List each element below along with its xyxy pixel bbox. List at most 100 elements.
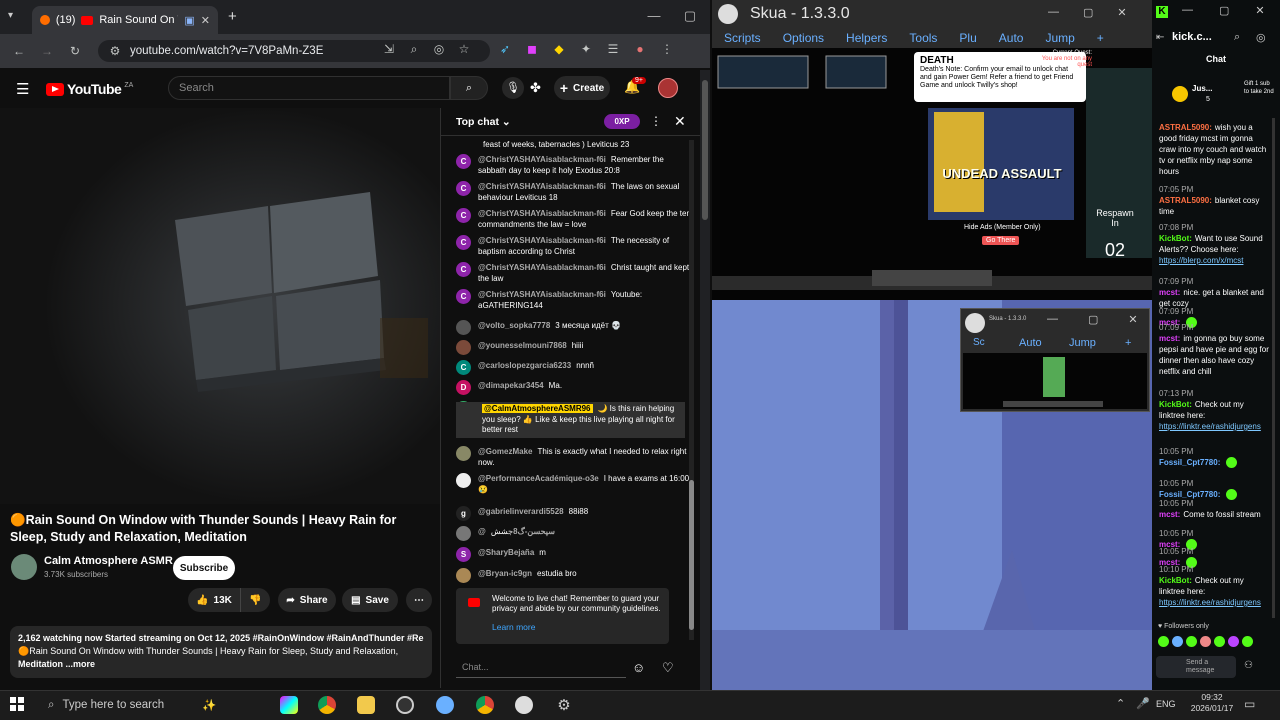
chrome-taskbar-icon[interactable] bbox=[318, 696, 336, 714]
top-chat-dropdown[interactable]: Top chat ⌄ bbox=[456, 116, 511, 128]
channel-avatar[interactable] bbox=[11, 554, 37, 580]
file-explorer-icon[interactable] bbox=[357, 696, 375, 714]
chat-author-avatar[interactable] bbox=[456, 568, 471, 583]
kick-username[interactable]: mcst: bbox=[1159, 334, 1180, 343]
kick-username[interactable]: ASTRAL5090: bbox=[1159, 196, 1212, 205]
skua-taskbar-icon[interactable] bbox=[515, 696, 533, 714]
kick-eye-off-icon[interactable]: ◎ bbox=[1256, 31, 1266, 44]
url-text[interactable]: youtube.com/watch?v=7V8PaMn-Z3E bbox=[130, 45, 323, 57]
chat-author-avatar[interactable]: C bbox=[456, 289, 471, 304]
menu-kebab-icon[interactable]: ⋮ bbox=[656, 42, 678, 56]
video-player[interactable] bbox=[0, 108, 440, 504]
emote-icon[interactable] bbox=[1228, 636, 1239, 647]
youtube-search-input[interactable]: Search bbox=[168, 76, 450, 100]
search-icon[interactable]: ⌕ bbox=[450, 76, 488, 100]
chat-author-avatar[interactable]: C bbox=[456, 208, 471, 223]
kick-username[interactable]: mcst: bbox=[1159, 510, 1180, 519]
tray-mic-icon[interactable]: 🎤 bbox=[1136, 697, 1150, 710]
kick-url[interactable]: kick.c... bbox=[1172, 31, 1212, 43]
tab-search-icon[interactable]: ☰ bbox=[602, 42, 624, 56]
chat-author[interactable]: @سپحسن-گ8ج bbox=[478, 527, 555, 536]
tab-close-icon[interactable]: ✕ bbox=[201, 14, 210, 27]
mini-menu-auto[interactable]: Auto bbox=[1019, 337, 1042, 349]
undead-assault-banner[interactable]: UNDEAD ASSAULT bbox=[942, 166, 1062, 181]
chat-author[interactable]: @ChristYASHAYAisablackman-f6i bbox=[478, 290, 606, 299]
extension-logo-icon[interactable]: ✤ bbox=[530, 80, 541, 96]
chat-author-avatar[interactable]: C bbox=[456, 154, 471, 169]
new-tab-button[interactable]: + bbox=[228, 8, 237, 25]
dislike-button[interactable]: 👎 bbox=[240, 588, 270, 612]
chat-author[interactable]: @ChristYASHAYAisablackman-f6i bbox=[478, 155, 606, 164]
account-avatar[interactable] bbox=[658, 78, 678, 98]
chat-menu-icon[interactable]: ⋮ bbox=[650, 114, 662, 128]
mini-menu-jump[interactable]: Jump bbox=[1069, 337, 1096, 349]
notifications-icon[interactable]: ▭ bbox=[1244, 697, 1255, 711]
kick-maximize-button[interactable]: ▢ bbox=[1219, 4, 1229, 17]
kick-username[interactable]: ASTRAL5090: bbox=[1159, 123, 1212, 132]
chat-input[interactable]: Chat... bbox=[456, 658, 626, 678]
obs-icon[interactable] bbox=[396, 696, 414, 714]
kick-close-button[interactable]: ✕ bbox=[1255, 4, 1264, 17]
kick-message-link[interactable]: https://linktr.ee/rashidjurgens bbox=[1159, 421, 1271, 432]
tab-youtube[interactable]: (19) Rain Sound On Wi ▣ ✕ bbox=[32, 6, 218, 34]
emote-icon[interactable] bbox=[1242, 636, 1253, 647]
heart-icon[interactable]: ♡ bbox=[662, 660, 674, 676]
extension-icon[interactable]: ◼ bbox=[521, 42, 543, 56]
kick-message-input[interactable]: Send a message bbox=[1156, 656, 1236, 678]
extension-icon[interactable]: ◆ bbox=[548, 42, 570, 56]
chat-author[interactable]: @dimapekar3454 bbox=[478, 381, 544, 390]
skua-minimize-button[interactable]: — bbox=[1048, 6, 1059, 19]
menu-jump[interactable]: Jump bbox=[1045, 31, 1074, 45]
chat-author[interactable]: @younesselmouni7868 bbox=[478, 341, 567, 350]
chat-author-avatar[interactable]: C bbox=[456, 235, 471, 250]
site-info-icon[interactable]: ⚙ bbox=[108, 44, 122, 58]
language-indicator[interactable]: ENG bbox=[1156, 699, 1176, 709]
chat-author[interactable]: @SharyBejaña bbox=[478, 548, 534, 557]
chat-author-avatar[interactable]: C bbox=[456, 262, 471, 277]
chrome-profile-icon[interactable] bbox=[476, 696, 494, 714]
subscribe-button[interactable]: Subscribe bbox=[173, 556, 235, 580]
chat-author-avatar[interactable]: D bbox=[456, 380, 471, 395]
kick-more-icon[interactable]: ⚇ bbox=[1244, 660, 1253, 671]
chat-author-avatar[interactable] bbox=[456, 473, 471, 488]
clock[interactable]: 09:32 2026/01/17 bbox=[1188, 692, 1236, 714]
menu-add[interactable]: + bbox=[1097, 31, 1104, 45]
taskbar-search[interactable]: ⌕ Type here to search ✨ bbox=[40, 694, 238, 716]
app-icon[interactable] bbox=[436, 696, 454, 714]
learn-more-link[interactable]: Learn more bbox=[492, 622, 535, 632]
menu-auto[interactable]: Auto bbox=[999, 31, 1024, 45]
chat-author-avatar[interactable] bbox=[456, 340, 471, 355]
kick-scrollbar[interactable] bbox=[1272, 118, 1275, 618]
game-viewport[interactable]: DEATH Death's Note: Confirm your email t… bbox=[712, 48, 1152, 300]
skua-close-button[interactable]: ✕ bbox=[1117, 6, 1126, 19]
extensions-puzzle-icon[interactable]: ✦ bbox=[575, 42, 597, 56]
emote-icon[interactable] bbox=[1186, 636, 1197, 647]
menu-helpers[interactable]: Helpers bbox=[846, 31, 887, 45]
chat-close-icon[interactable]: ✕ bbox=[674, 113, 686, 130]
chat-author-avatar[interactable] bbox=[456, 320, 471, 335]
menu-tools[interactable]: Tools bbox=[909, 31, 937, 45]
chat-author[interactable]: @gabrielinverardi5528 bbox=[478, 507, 564, 516]
maximize-button[interactable]: ▢ bbox=[672, 8, 708, 24]
install-icon[interactable]: ⇲ bbox=[378, 42, 400, 57]
menu-plugins[interactable]: Plu bbox=[959, 31, 976, 45]
emote-icon[interactable] bbox=[1172, 636, 1183, 647]
tab-search-icon[interactable]: ▾ bbox=[8, 10, 13, 21]
bookmark-star-icon[interactable]: ☆ bbox=[453, 42, 475, 57]
kick-sidebar-toggle-icon[interactable]: ⇤ bbox=[1156, 32, 1164, 43]
kick-minimize-button[interactable]: — bbox=[1182, 4, 1193, 17]
chat-author[interactable]: @ChristYASHAYAisablackman-f6i bbox=[478, 209, 606, 218]
create-button[interactable]: + Create bbox=[554, 76, 610, 100]
channel-name[interactable]: Calm Atmosphere ASMR bbox=[44, 555, 173, 567]
chat-author-avatar[interactable]: g bbox=[456, 506, 471, 521]
mini-close-button[interactable]: ✕ bbox=[1128, 313, 1137, 326]
chat-author[interactable]: @ChristYASHAYAisablackman-f6i bbox=[478, 263, 606, 272]
chat-scrollbar[interactable] bbox=[689, 140, 694, 640]
forward-icon[interactable]: → bbox=[36, 44, 58, 58]
mini-menu-scripts[interactable]: Sc bbox=[973, 337, 985, 348]
share-button[interactable]: ➦ Share bbox=[278, 588, 336, 612]
chat-author-avatar[interactable]: C bbox=[456, 360, 471, 375]
start-windows-icon[interactable] bbox=[10, 697, 24, 711]
xp-badge[interactable]: 0XP bbox=[604, 114, 640, 129]
more-actions-icon[interactable]: ⋯ bbox=[406, 588, 432, 612]
